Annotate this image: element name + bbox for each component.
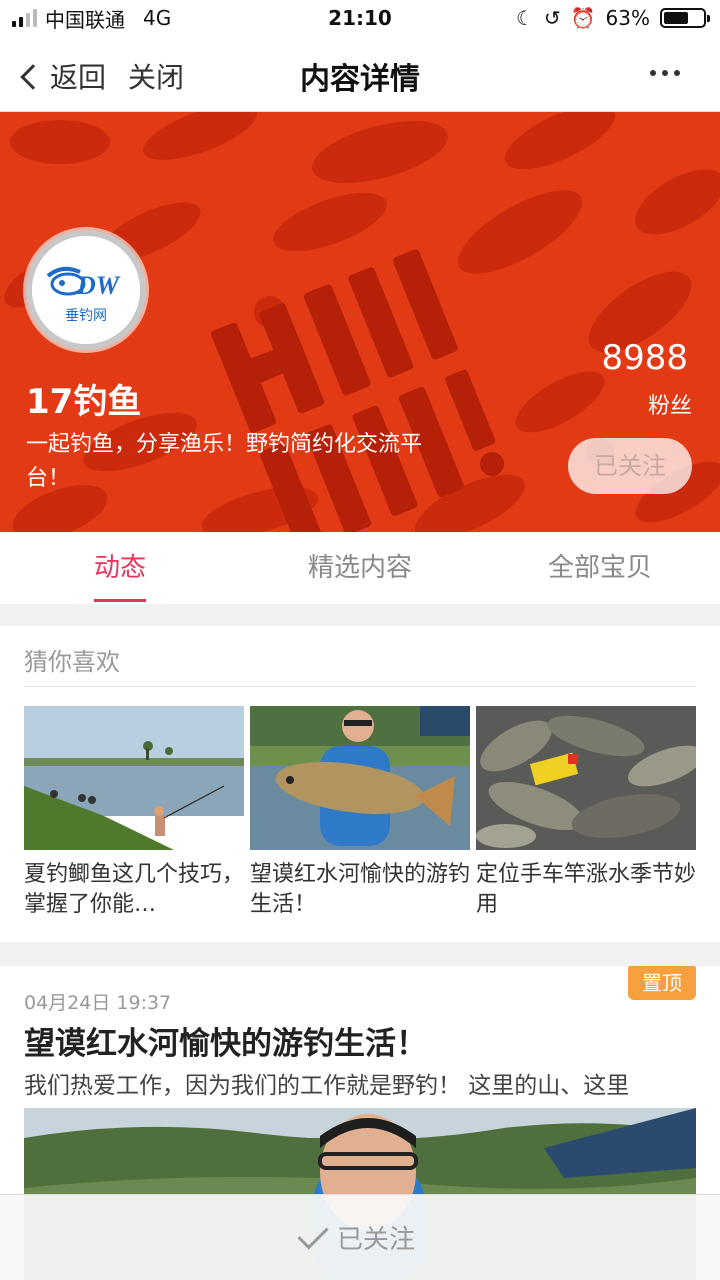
divider bbox=[24, 686, 696, 687]
shop-description: 一起钓鱼，分享渔乐！野钓简约化交流平台！ bbox=[26, 432, 423, 491]
battery-level bbox=[664, 12, 688, 24]
fans-count: 8988 bbox=[601, 338, 688, 378]
battery-icon bbox=[660, 8, 710, 28]
back-button[interactable]: 返回 bbox=[20, 56, 107, 96]
post-time: 04月24日 19:37 bbox=[24, 992, 172, 1014]
recommend-thumb-catch bbox=[476, 706, 696, 850]
alarm-icon: ⏰ bbox=[570, 6, 596, 30]
more-dot bbox=[662, 70, 668, 76]
signal-icon bbox=[12, 9, 37, 27]
post-summary: 我们热爱工作，因为我们的工作就是野钓！ 这里的山、这里 bbox=[24, 1073, 630, 1099]
battery-percent: 63% bbox=[605, 6, 650, 30]
content-tabs: 动态 精选内容 全部宝贝 bbox=[0, 532, 720, 604]
recommend-item[interactable]: 夏钓鲫鱼这几个技巧，掌握了你能… bbox=[24, 706, 244, 920]
close-button[interactable]: 关闭 bbox=[128, 56, 184, 96]
shop-banner: DW 垂钓网 17钓鱼 一起钓鱼，分享渔乐！野钓简约化交流平台！ 8988 粉丝… bbox=[0, 112, 720, 532]
recommend-caption: 夏钓鲫鱼这几个技巧，掌握了你能… bbox=[24, 862, 244, 917]
shop-logo: DW 垂钓网 bbox=[32, 236, 140, 344]
recommend-item[interactable]: 望谟红水河愉快的游钓生活！ bbox=[250, 706, 470, 920]
nav-bar: 返回 关闭 内容详情 bbox=[0, 36, 720, 112]
chevron-left-icon bbox=[20, 64, 46, 90]
logo-text: DW bbox=[76, 271, 121, 300]
moon-icon: ☾ bbox=[515, 6, 534, 30]
more-dot bbox=[650, 70, 656, 76]
network-label: 4G bbox=[143, 6, 172, 30]
carrier-label: 中国联通 bbox=[45, 7, 125, 32]
tab-all-items[interactable]: 全部宝贝 bbox=[480, 532, 720, 604]
recommend-section: 猜你喜欢 夏钓鲫鱼这几个技巧，掌握了你能… 望谟红水河愉快的游钓生活！ 定位手车… bbox=[0, 626, 720, 942]
bottom-follow-bar: 已关注 bbox=[0, 1194, 720, 1280]
recommend-thumb-lake bbox=[24, 706, 244, 850]
page: 中国联通 4G 21:10 ☾ ↺ ⏰ 63% 返回 关闭 内容详情 DW 垂钓… bbox=[0, 0, 720, 1280]
shop-avatar[interactable]: DW 垂钓网 bbox=[26, 230, 146, 350]
check-icon bbox=[297, 1217, 329, 1250]
tab-dynamic[interactable]: 动态 bbox=[0, 532, 240, 604]
tab-featured[interactable]: 精选内容 bbox=[240, 532, 480, 604]
recommend-thumb-carp bbox=[250, 706, 470, 850]
post-title[interactable]: 望谟红水河愉快的游钓生活！ bbox=[24, 1018, 427, 1063]
recommend-title: 猜你喜欢 bbox=[24, 648, 120, 676]
more-button[interactable] bbox=[650, 70, 680, 76]
status-bar: 中国联通 4G 21:10 ☾ ↺ ⏰ 63% bbox=[0, 0, 720, 36]
page-title: 内容详情 bbox=[300, 62, 420, 97]
more-dot bbox=[674, 70, 680, 76]
shop-name: 17钓鱼 bbox=[26, 382, 142, 422]
status-right: ☾ ↺ ⏰ 63% bbox=[515, 0, 710, 36]
pinned-badge: 置顶 bbox=[628, 966, 696, 1000]
rotation-lock-icon: ↺ bbox=[543, 6, 561, 30]
recommend-item[interactable]: 定位手车竿涨水季节妙用 bbox=[476, 706, 696, 920]
logo-subtext: 垂钓网 bbox=[65, 308, 107, 324]
bottom-follow-button[interactable]: 已关注 bbox=[297, 1217, 415, 1256]
fans-label: 粉丝 bbox=[647, 394, 692, 419]
bottom-follow-label: 已关注 bbox=[336, 1225, 415, 1255]
back-label: 返回 bbox=[50, 61, 107, 94]
follow-button[interactable]: 已关注 bbox=[568, 438, 692, 494]
recommend-caption: 望谟红水河愉快的游钓生活！ bbox=[250, 862, 470, 917]
recommend-caption: 定位手车竿涨水季节妙用 bbox=[476, 862, 696, 917]
